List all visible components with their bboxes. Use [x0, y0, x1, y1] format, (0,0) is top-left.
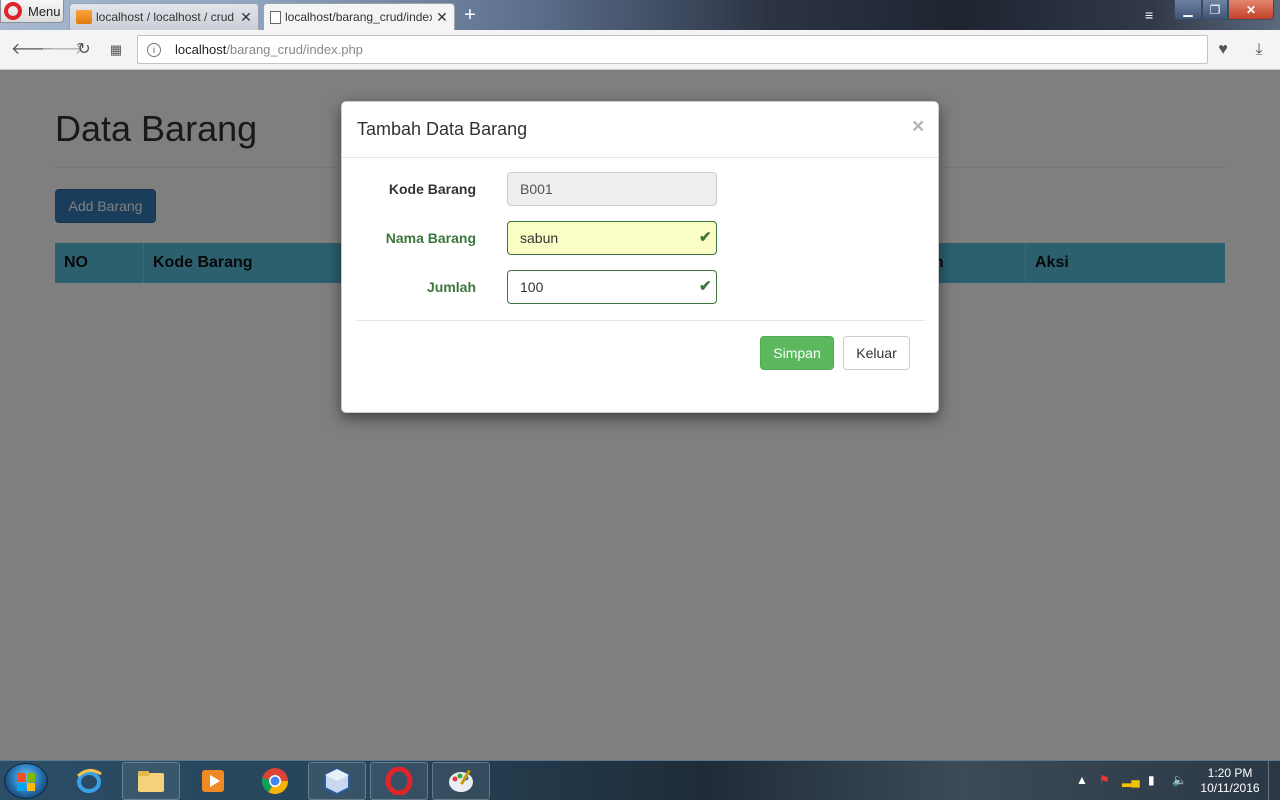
browser-menu-label: Menu: [28, 3, 61, 19]
clock-date: 10/11/2016: [1200, 781, 1260, 795]
nama-barang-label: Nama Barang: [385, 230, 476, 246]
back-arrow-icon[interactable]: 🡐: [11, 40, 54, 60]
network-signal-icon[interactable]: ▂▄: [1122, 773, 1140, 787]
page-content: Data Barang Add Barang NO Kode Barang ah…: [0, 70, 1280, 760]
document-favicon-icon: [270, 10, 281, 24]
address-bar[interactable]: i localhost/barang_crud/index.php: [137, 35, 1208, 64]
volume-icon[interactable]: 🔈: [1172, 773, 1187, 787]
modal-footer-divider: [357, 320, 925, 321]
tab-label: localhost / localhost / crud: [96, 10, 235, 24]
browser-menu-button[interactable]: Menu: [0, 0, 64, 23]
reload-icon[interactable]: ↻: [74, 40, 94, 60]
clock-time: 1:20 PM: [1207, 766, 1253, 780]
power-icon[interactable]: ▮: [1148, 773, 1155, 787]
show-desktop-button[interactable]: [1268, 761, 1280, 800]
modal-header-divider: [342, 157, 938, 158]
jumlah-input[interactable]: 100 ✔: [507, 270, 717, 304]
url-host: localhost: [175, 42, 227, 57]
windows-logo-icon: [17, 773, 35, 791]
action-center-flag-icon[interactable]: ⚑: [1099, 773, 1110, 787]
start-button[interactable]: [4, 763, 48, 799]
download-icon[interactable]: ⤓: [1248, 39, 1270, 61]
tambah-barang-modal: Tambah Data Barang × Kode Barang B001 Na…: [341, 101, 939, 413]
opera-logo-icon: [4, 2, 22, 20]
system-clock[interactable]: 1:20 PM 10/11/2016: [1195, 766, 1265, 796]
kode-barang-input: B001: [507, 172, 717, 206]
kode-barang-label: Kode Barang: [388, 181, 476, 197]
heart-bookmark-icon[interactable]: ♥: [1212, 39, 1234, 61]
paint-icon[interactable]: [432, 762, 490, 800]
kode-barang-value: B001: [520, 181, 553, 197]
show-hidden-icons[interactable]: ▲: [1076, 773, 1088, 787]
checkmark-icon: ✔: [699, 229, 712, 246]
new-tab-button[interactable]: +: [460, 4, 480, 26]
tab-phpmyadmin[interactable]: localhost / localhost / crud ✕: [69, 3, 259, 30]
browser-toolbar: 🡐 🡒 ↻ ▦ i localhost/barang_crud/index.ph…: [0, 30, 1280, 70]
phpmyadmin-favicon-icon: [76, 10, 92, 24]
modal-title: Tambah Data Barang: [357, 119, 528, 139]
jumlah-value: 100: [520, 279, 544, 295]
opera-icon[interactable]: [370, 762, 428, 800]
checkmark-icon: ✔: [699, 278, 712, 295]
windows-taskbar: ▲ ⚑ ▂▄ ▮ 🔈 1:20 PM 10/11/2016: [0, 760, 1280, 800]
tab-close-icon[interactable]: ✕: [240, 9, 252, 26]
url-path: /barang_crud/index.php: [226, 42, 363, 57]
file-explorer-icon[interactable]: [122, 762, 180, 800]
chrome-icon[interactable]: [246, 762, 304, 800]
speed-dial-grid-icon[interactable]: ▦: [106, 40, 126, 60]
virtualbox-icon[interactable]: [308, 762, 366, 800]
tab-close-icon[interactable]: ✕: [436, 9, 448, 26]
internet-explorer-icon[interactable]: [60, 762, 118, 800]
window-minimize-button[interactable]: ▁: [1174, 0, 1202, 20]
simpan-button[interactable]: Simpan: [760, 336, 834, 370]
modal-close-icon[interactable]: ×: [912, 115, 924, 139]
keluar-button[interactable]: Keluar: [843, 336, 910, 370]
tab-label: localhost/barang_crud/index.php: [285, 10, 432, 24]
nama-barang-value: sabun: [520, 230, 559, 246]
tab-menu-icon[interactable]: ≡: [1145, 8, 1159, 22]
window-restore-button[interactable]: ❐: [1202, 0, 1228, 20]
forward-arrow-icon[interactable]: 🡒: [41, 40, 84, 60]
nama-barang-input[interactable]: sabun ✔: [507, 221, 717, 255]
jumlah-label: Jumlah: [426, 279, 476, 295]
browser-titlebar: Menu localhost / localhost / crud ✕ loca…: [0, 0, 1280, 30]
media-player-icon[interactable]: [184, 762, 242, 800]
address-url: localhost/barang_crud/index.php: [175, 42, 363, 57]
window-close-button[interactable]: ✕: [1228, 0, 1274, 20]
site-info-icon[interactable]: i: [147, 43, 161, 57]
tab-barang-crud[interactable]: localhost/barang_crud/index.php ✕: [263, 3, 455, 30]
